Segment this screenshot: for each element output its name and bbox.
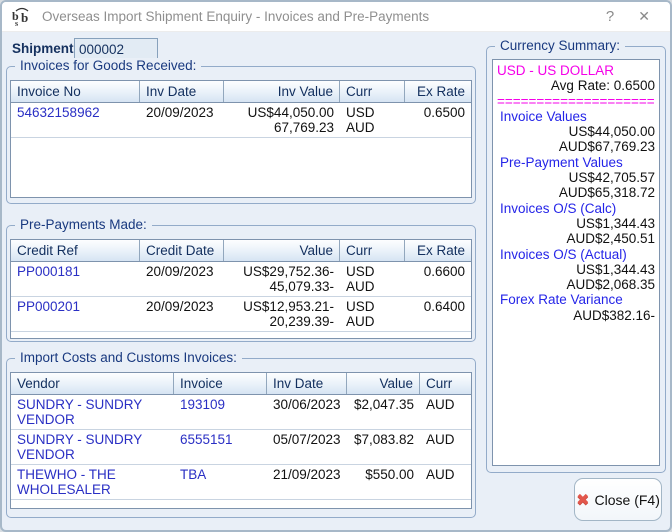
column-header: Inv Date xyxy=(267,373,347,394)
currency-summary-box: USD - US DOLLAR Avg Rate: 0.6500 =======… xyxy=(492,59,660,466)
import-costs-group: Import Costs and Customs Invoices: Vendo… xyxy=(6,358,476,518)
credit-date-cell: 20/09/2023 xyxy=(140,297,224,331)
summary-section-label: Invoices O/S (Calc) xyxy=(497,201,655,216)
svg-text:b: b xyxy=(21,10,28,25)
table-row[interactable]: PP000201 20/09/2023 US$12,953.21- 20,239… xyxy=(11,297,471,332)
summary-value: AUD$2,450.51 xyxy=(497,231,655,246)
help-button[interactable]: ? xyxy=(592,8,628,25)
red-x-icon: ✖ xyxy=(576,490,589,510)
summary-value: US$42,705.57 xyxy=(497,170,655,185)
invoice-cell[interactable]: TBA xyxy=(174,465,267,499)
invoice-cell[interactable]: 193109 xyxy=(174,395,267,429)
column-header: Value xyxy=(347,373,420,394)
invoices-table-header: Invoice No Inv Date Inv Value Curr Ex Ra… xyxy=(11,81,471,103)
value-cell: US$29,752.36- 45,079.33- xyxy=(224,262,340,296)
credit-ref-link[interactable]: PP000201 xyxy=(11,297,140,331)
inv-date-cell: 30/06/2023 xyxy=(267,395,347,429)
app-logo-icon: b s b xyxy=(12,7,34,27)
svg-text:s: s xyxy=(15,19,18,27)
column-header: Inv Date xyxy=(140,81,224,102)
summary-value: AUD$2,068.35 xyxy=(497,277,655,292)
vendor-cell[interactable]: SUNDRY - SUNDRY VENDOR xyxy=(11,430,174,464)
invoice-cell[interactable]: 6555151 xyxy=(174,430,267,464)
currency-name: USD - US DOLLAR xyxy=(497,63,655,78)
import-costs-group-title: Import Costs and Customs Invoices: xyxy=(15,350,242,365)
column-header: Curr xyxy=(340,81,405,102)
curr-cell: AUD xyxy=(420,430,471,464)
column-header: Credit Date xyxy=(140,240,224,261)
prepayments-table-header: Credit Ref Credit Date Value Curr Ex Rat… xyxy=(11,240,471,262)
close-button[interactable]: ✖ Close (F4) xyxy=(574,478,662,521)
vendor-cell[interactable]: THEWHO - THE WHOLESALER xyxy=(11,465,174,499)
vendor-cell[interactable]: SUNDRY - SUNDRY VENDOR xyxy=(11,395,174,429)
title-bar: b s b Overseas Import Shipment Enquiry -… xyxy=(2,2,670,32)
summary-value: US$1,344.43 xyxy=(497,216,655,231)
inv-date-cell: 05/07/2023 xyxy=(267,430,347,464)
table-row[interactable]: 54632158962 20/09/2023 US$44,050.00 67,7… xyxy=(11,103,471,138)
column-header: Value xyxy=(224,240,340,261)
import-costs-table: Vendor Invoice Inv Date Value Curr SUNDR… xyxy=(10,372,472,509)
invoices-group-title: Invoices for Goods Received: xyxy=(15,58,201,73)
summary-section-label: Pre-Payment Values xyxy=(497,155,655,170)
column-header: Ex Rate xyxy=(405,240,471,261)
value-cell: US$12,953.21- 20,239.39- xyxy=(224,297,340,331)
divider-line: ====================== xyxy=(497,94,655,109)
shipment-label: Shipment: xyxy=(12,41,78,56)
curr-cell: USD AUD xyxy=(340,262,405,296)
summary-value: US$1,344.43 xyxy=(497,262,655,277)
import-costs-table-header: Vendor Invoice Inv Date Value Curr xyxy=(11,373,471,395)
column-header: Invoice xyxy=(174,373,267,394)
prepayments-group-title: Pre-Payments Made: xyxy=(15,217,152,232)
table-row[interactable]: SUNDRY - SUNDRY VENDOR 193109 30/06/2023… xyxy=(11,395,471,430)
curr-cell: USD AUD xyxy=(340,103,405,137)
prepayments-group: Pre-Payments Made: Credit Ref Credit Dat… xyxy=(6,225,476,342)
column-header: Invoice No xyxy=(11,81,140,102)
window-title: Overseas Import Shipment Enquiry - Invoi… xyxy=(42,9,592,24)
credit-ref-link[interactable]: PP000181 xyxy=(11,262,140,296)
invoice-no-link[interactable]: 54632158962 xyxy=(11,103,140,137)
column-header: Vendor xyxy=(11,373,174,394)
summary-section-label: Invoice Values xyxy=(497,109,655,124)
dialog-window: b s b Overseas Import Shipment Enquiry -… xyxy=(0,0,672,532)
summary-value: AUD$67,769.23 xyxy=(497,139,655,154)
prepayments-table: Credit Ref Credit Date Value Curr Ex Rat… xyxy=(10,239,472,339)
table-row[interactable]: THEWHO - THE WHOLESALER TBA 21/09/2023 $… xyxy=(11,465,471,500)
currency-summary-group: Currency Summary: USD - US DOLLAR Avg Ra… xyxy=(486,46,666,473)
summary-value: AUD$382.16- xyxy=(497,308,655,323)
invoices-table: Invoice No Inv Date Inv Value Curr Ex Ra… xyxy=(10,80,472,198)
summary-value: US$44,050.00 xyxy=(497,124,655,139)
table-row[interactable]: PP000181 20/09/2023 US$29,752.36- 45,079… xyxy=(11,262,471,297)
column-header: Curr xyxy=(340,240,405,261)
ex-rate-cell: 0.6400 xyxy=(405,297,471,331)
close-button-label: Close (F4) xyxy=(595,492,660,508)
ex-rate-cell: 0.6500 xyxy=(405,103,471,137)
summary-section-label: Forex Rate Variance xyxy=(497,292,655,307)
value-cell: $550.00 xyxy=(347,465,420,499)
inv-date-cell: 20/09/2023 xyxy=(140,103,224,137)
credit-date-cell: 20/09/2023 xyxy=(140,262,224,296)
shipment-input[interactable] xyxy=(74,38,158,60)
inv-value-cell: US$44,050.00 67,769.23 xyxy=(224,103,340,137)
value-cell: $7,083.82 xyxy=(347,430,420,464)
curr-cell: USD AUD xyxy=(340,297,405,331)
column-header: Credit Ref xyxy=(11,240,140,261)
inv-date-cell: 21/09/2023 xyxy=(267,465,347,499)
curr-cell: AUD xyxy=(420,465,471,499)
value-cell: $2,047.35 xyxy=(347,395,420,429)
currency-summary-title: Currency Summary: xyxy=(495,38,625,53)
column-header: Curr xyxy=(420,373,471,394)
curr-cell: AUD xyxy=(420,395,471,429)
window-close-button[interactable]: ✕ xyxy=(628,8,660,25)
column-header: Inv Value xyxy=(224,81,340,102)
ex-rate-cell: 0.6600 xyxy=(405,262,471,296)
summary-value: AUD$65,318.72 xyxy=(497,185,655,200)
avg-rate: Avg Rate: 0.6500 xyxy=(497,78,655,93)
table-row[interactable]: SUNDRY - SUNDRY VENDOR 6555151 05/07/202… xyxy=(11,430,471,465)
summary-section-label: Invoices O/S (Actual) xyxy=(497,247,655,262)
invoices-group: Invoices for Goods Received: Invoice No … xyxy=(6,66,476,204)
column-header: Ex Rate xyxy=(405,81,471,102)
